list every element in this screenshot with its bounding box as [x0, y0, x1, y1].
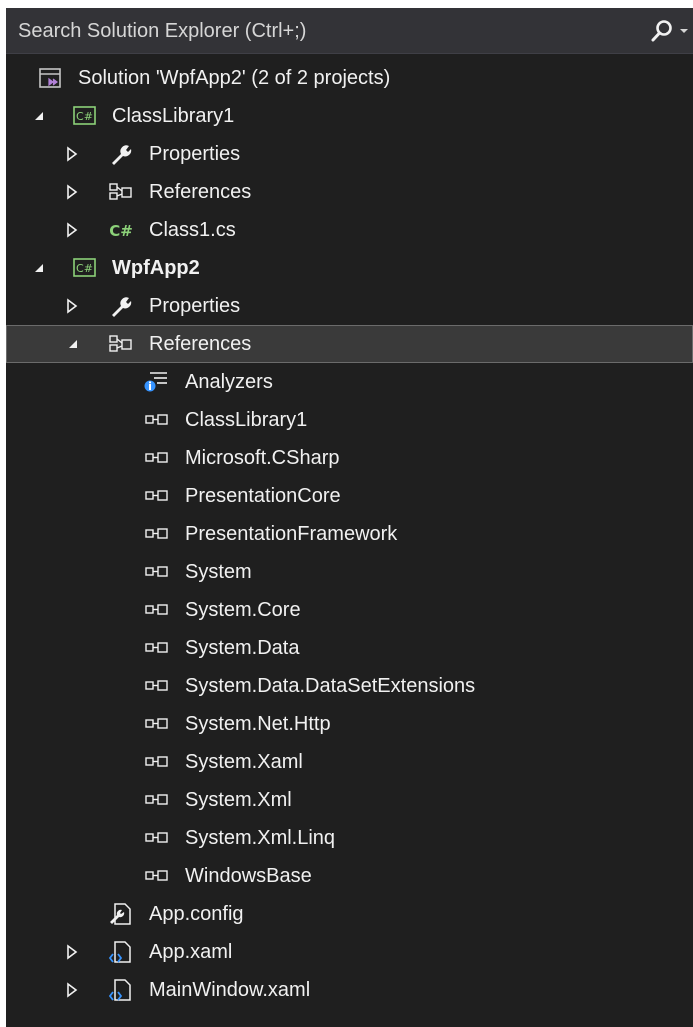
- collapsed-arrow-icon[interactable]: [64, 222, 80, 238]
- config-file-icon: [108, 902, 134, 926]
- tree-item-analyzers[interactable]: Analyzers: [6, 363, 693, 401]
- assembly-reference-icon: [144, 636, 170, 660]
- tree-item-references[interactable]: References: [6, 173, 693, 211]
- tree-item-label: ClassLibrary1: [112, 105, 235, 127]
- csharp-file-icon: C#: [108, 218, 134, 242]
- expanded-arrow-icon[interactable]: [31, 108, 47, 124]
- search-icon: [651, 20, 688, 42]
- svg-text:C#: C#: [76, 262, 93, 275]
- tree-item-label: WindowsBase: [185, 865, 312, 887]
- tree-item-project-wpfapp2[interactable]: C# WpfApp2: [6, 249, 693, 287]
- assembly-reference-icon: [144, 522, 170, 546]
- xaml-file-icon: [108, 940, 134, 964]
- tree-item-assembly-reference[interactable]: System.Net.Http: [6, 705, 693, 743]
- analyzers-icon: [144, 370, 170, 394]
- collapsed-arrow-icon[interactable]: [64, 298, 80, 314]
- tree-item-assembly-reference[interactable]: System.Xml.Linq: [6, 819, 693, 857]
- tree-item-label: System.Xml: [185, 789, 292, 811]
- tree-item-assembly-reference[interactable]: PresentationCore: [6, 477, 693, 515]
- tree-item-assembly-reference[interactable]: System.Xaml: [6, 743, 693, 781]
- xaml-file-icon: [108, 978, 134, 1002]
- tree-item-label: Microsoft.CSharp: [185, 447, 340, 469]
- tree-item-assembly-reference[interactable]: System.Data.DataSetExtensions: [6, 667, 693, 705]
- expanded-arrow-icon[interactable]: [65, 336, 81, 352]
- tree-item-app-config[interactable]: App.config: [6, 895, 693, 933]
- tree-item-label: Solution 'WpfApp2' (2 of 2 projects): [78, 67, 391, 89]
- assembly-reference-icon: [144, 598, 170, 622]
- tree-item-label: System.Net.Http: [185, 713, 331, 735]
- tree-item-label: WpfApp2: [112, 257, 200, 279]
- tree-item-project-classlibrary1[interactable]: C# ClassLibrary1: [6, 97, 693, 135]
- top-edge: [0, 0, 693, 8]
- tree-item-label: System.Data.DataSetExtensions: [185, 675, 476, 697]
- tree-item-label: Class1.cs: [149, 219, 236, 241]
- solution-explorer-panel: Search Solution Explorer (Ctrl+;) Soluti…: [0, 0, 693, 1027]
- svg-text:C#: C#: [109, 222, 133, 240]
- references-icon: [108, 180, 134, 204]
- assembly-reference-icon: [144, 484, 170, 508]
- references-icon: [108, 332, 134, 356]
- tree-item-solution[interactable]: Solution 'WpfApp2' (2 of 2 projects): [6, 59, 693, 97]
- tree-item-assembly-reference[interactable]: System: [6, 553, 693, 591]
- tree-item-label: ClassLibrary1: [185, 409, 308, 431]
- expanded-arrow-icon[interactable]: [31, 260, 47, 276]
- tree-item-label: References: [149, 181, 252, 203]
- assembly-reference-icon: [144, 712, 170, 736]
- tree-item-label: System.Core: [185, 599, 301, 621]
- tree-item-label: References: [149, 333, 252, 355]
- svg-text:C#: C#: [76, 110, 93, 123]
- tree-item-assembly-reference[interactable]: System.Core: [6, 591, 693, 629]
- tree-item-label: System.Xaml: [185, 751, 303, 773]
- collapsed-arrow-icon[interactable]: [64, 146, 80, 162]
- tree-item-references-selected[interactable]: References: [6, 325, 693, 363]
- tree-item-assembly-reference[interactable]: ClassLibrary1: [6, 401, 693, 439]
- collapsed-arrow-icon[interactable]: [64, 982, 80, 998]
- search-options-button[interactable]: [646, 17, 692, 45]
- collapsed-arrow-icon[interactable]: [64, 184, 80, 200]
- solution-icon: [38, 66, 64, 90]
- tree-item-label: Analyzers: [185, 371, 273, 393]
- assembly-reference-icon: [144, 560, 170, 584]
- collapsed-arrow-icon[interactable]: [64, 944, 80, 960]
- tree-item-label: System: [185, 561, 252, 583]
- tree-item-properties[interactable]: Properties: [6, 135, 693, 173]
- tree-item-label: System.Xml.Linq: [185, 827, 336, 849]
- tree-item-label: App.xaml: [149, 941, 233, 963]
- csharp-project-icon: C#: [72, 104, 98, 128]
- assembly-reference-icon: [144, 446, 170, 470]
- tree-item-label: PresentationFramework: [185, 523, 398, 545]
- wrench-icon: [108, 294, 134, 318]
- tree-item-label: Properties: [149, 295, 241, 317]
- tree-item-app-xaml[interactable]: App.xaml: [6, 933, 693, 971]
- search-input[interactable]: Search Solution Explorer (Ctrl+;): [18, 20, 306, 43]
- search-box[interactable]: Search Solution Explorer (Ctrl+;): [6, 8, 693, 54]
- tree-item-assembly-reference[interactable]: System.Xml: [6, 781, 693, 819]
- csharp-project-icon: C#: [72, 256, 98, 280]
- assembly-reference-icon: [144, 408, 170, 432]
- assembly-reference-icon: [144, 864, 170, 888]
- assembly-reference-icon: [144, 788, 170, 812]
- tree-item-assembly-reference[interactable]: WindowsBase: [6, 857, 693, 895]
- assembly-reference-icon: [144, 750, 170, 774]
- dropdown-arrow-icon: [680, 29, 688, 33]
- tree-item-assembly-reference[interactable]: PresentationFramework: [6, 515, 693, 553]
- tree-item-properties[interactable]: Properties: [6, 287, 693, 325]
- tree-item-label: MainWindow.xaml: [149, 979, 311, 1001]
- assembly-reference-icon: [144, 674, 170, 698]
- tree-item-class1-cs[interactable]: C# Class1.cs: [6, 211, 693, 249]
- assembly-reference-icon: [144, 826, 170, 850]
- tree-item-assembly-reference[interactable]: Microsoft.CSharp: [6, 439, 693, 477]
- tree-item-label: PresentationCore: [185, 485, 341, 507]
- tree-item-assembly-reference[interactable]: System.Data: [6, 629, 693, 667]
- tree-item-label: Properties: [149, 143, 241, 165]
- tree-item-label: App.config: [149, 903, 244, 925]
- tree-item-label: System.Data: [185, 637, 300, 659]
- tree-item-mainwindow-xaml[interactable]: MainWindow.xaml: [6, 971, 693, 1009]
- wrench-icon: [108, 142, 134, 166]
